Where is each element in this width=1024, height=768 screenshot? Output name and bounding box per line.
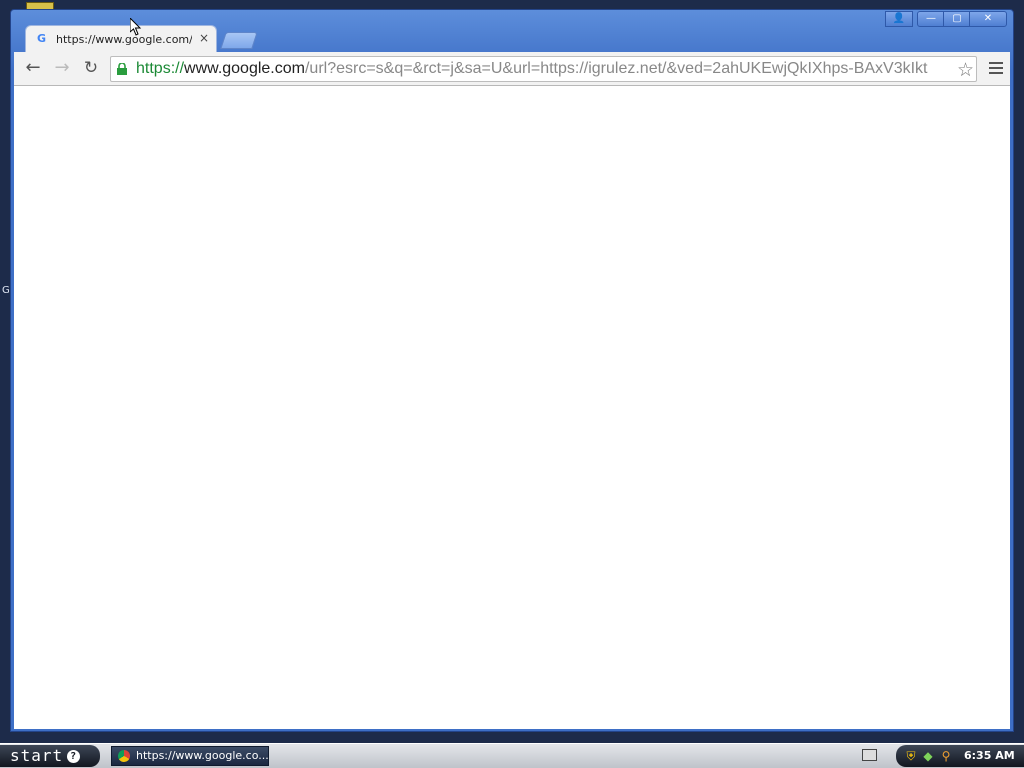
google-favicon-icon: G [37, 32, 47, 45]
mouse-cursor-icon [130, 18, 142, 36]
system-tray: ⛨ ◆ ⚲ 6:35 AM [896, 745, 1024, 767]
browser-tab[interactable]: G https://www.google.com/url × [25, 25, 217, 52]
close-window-button[interactable]: ✕ [969, 11, 1007, 27]
tab-title: https://www.google.com/url [56, 33, 192, 46]
back-button[interactable]: ← [22, 57, 44, 79]
network-icon[interactable]: ◆ [921, 749, 935, 763]
chrome-icon [118, 750, 130, 762]
taskbar: start? https://www.google.co... ⛨ ◆ ⚲ 6:… [0, 743, 1024, 768]
start-orb-icon: ? [67, 750, 81, 763]
search-icon[interactable]: ⚲ [939, 749, 953, 763]
url-scheme: https:// [136, 60, 185, 77]
profile-button[interactable]: 👤 [885, 11, 913, 27]
browser-toolbar: ← → ↻ https://www.google.com/url?esrc=s&… [14, 52, 1010, 86]
taskbar-button-label: https://www.google.co... [136, 749, 269, 762]
forward-button[interactable]: → [51, 57, 73, 79]
address-bar[interactable]: https://www.google.com/url?esrc=s&q=&rct… [110, 56, 977, 82]
new-tab-button[interactable] [220, 32, 258, 49]
reload-button[interactable]: ↻ [80, 57, 102, 79]
maximize-button[interactable]: ▢ [943, 11, 971, 27]
lock-icon [117, 63, 127, 75]
browser-window: 👤 — ▢ ✕ G https://www.google.com/url × ←… [10, 9, 1014, 732]
shield-icon[interactable]: ⛨ [904, 749, 918, 763]
url-path: /url?esrc=s&q=&rct=j&sa=U&url=https://ig… [304, 60, 928, 77]
page-content [14, 86, 1010, 729]
url-text: https://www.google.com/url?esrc=s&q=&rct… [136, 60, 928, 78]
tab-close-icon[interactable]: × [199, 31, 209, 45]
start-label: start [10, 746, 64, 765]
url-host: www.google.com [184, 60, 305, 77]
start-button[interactable]: start? [0, 745, 100, 767]
keyboard-icon[interactable] [862, 749, 877, 761]
clock: 6:35 AM [964, 749, 1015, 762]
menu-icon[interactable] [989, 60, 1003, 76]
desktop-edge-letter: G [2, 285, 10, 296]
bookmark-star-icon[interactable]: ☆ [953, 59, 974, 81]
taskbar-chrome-button[interactable]: https://www.google.co... [111, 746, 269, 766]
minimize-button[interactable]: — [917, 11, 945, 27]
